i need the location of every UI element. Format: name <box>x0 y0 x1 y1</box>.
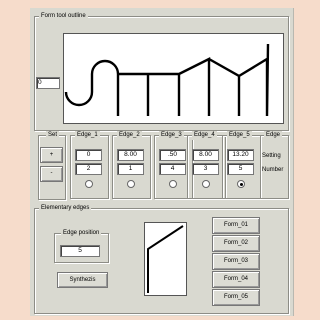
edge-setting-3[interactable]: .50 <box>159 149 186 161</box>
elementary-edge-shape <box>147 225 184 293</box>
edge-radio-5[interactable] <box>237 180 245 188</box>
edge-label-2: Edge_2 <box>117 131 142 140</box>
edge-number-5[interactable]: 5 <box>227 163 254 175</box>
form-04-button[interactable]: Form_04 <box>212 271 260 288</box>
form-05-button[interactable]: Form_05 <box>212 289 260 306</box>
elementary-edge-preview <box>144 222 187 296</box>
form-tool-outline-title: Form tool outline <box>39 12 88 21</box>
set-minus-button[interactable]: - <box>40 166 63 182</box>
edge-number-3[interactable]: 4 <box>159 163 186 175</box>
form-03-button[interactable]: Form_03 <box>212 253 260 270</box>
form-02-button[interactable]: Form_02 <box>212 235 260 252</box>
edge-number-4[interactable]: 3 <box>192 163 219 175</box>
edge-setting-2[interactable]: 8.00 <box>117 149 144 161</box>
edge-label-3: Edge_3 <box>159 131 184 140</box>
edge-setting-1[interactable]: 0 <box>75 149 102 161</box>
edge-label-4: Edge_4 <box>192 131 217 140</box>
edge-radio-4[interactable] <box>202 180 210 188</box>
edge-setting-4[interactable]: 8.00 <box>192 149 219 161</box>
edge-label-5: Edge_5 <box>227 131 252 140</box>
set-title: Set <box>46 131 60 140</box>
edge-position-label: Edge position <box>61 229 102 238</box>
edge-number-2[interactable]: 1 <box>117 163 144 175</box>
edge-number-label: Number <box>262 167 284 173</box>
edge-label-1: Edge_1 <box>75 131 100 140</box>
synthesis-button[interactable]: Synthezis <box>57 272 108 288</box>
edge-radio-2[interactable] <box>127 180 135 188</box>
edge-setting-label: Setting <box>262 153 281 159</box>
edge-setting-5[interactable]: 13.20 <box>227 149 254 161</box>
edge-number-1[interactable]: 2 <box>75 163 102 175</box>
position-field[interactable]: 0 <box>36 77 60 89</box>
form-tool-window: Form tool outline 0 Set + - Edge_1 0 2 E… <box>30 8 294 316</box>
form-01-button[interactable]: Form_01 <box>212 217 260 234</box>
edge-radio-3[interactable] <box>169 180 177 188</box>
form-outline-shape <box>64 43 270 117</box>
edge-position-field[interactable]: 5 <box>60 245 100 257</box>
elementary-edges-title: Elementary edges <box>39 204 92 213</box>
set-plus-button[interactable]: + <box>40 147 63 163</box>
edge-legend-title: Edge <box>264 131 283 140</box>
edge-radio-1[interactable] <box>85 180 93 188</box>
form-outline-canvas <box>63 33 284 124</box>
